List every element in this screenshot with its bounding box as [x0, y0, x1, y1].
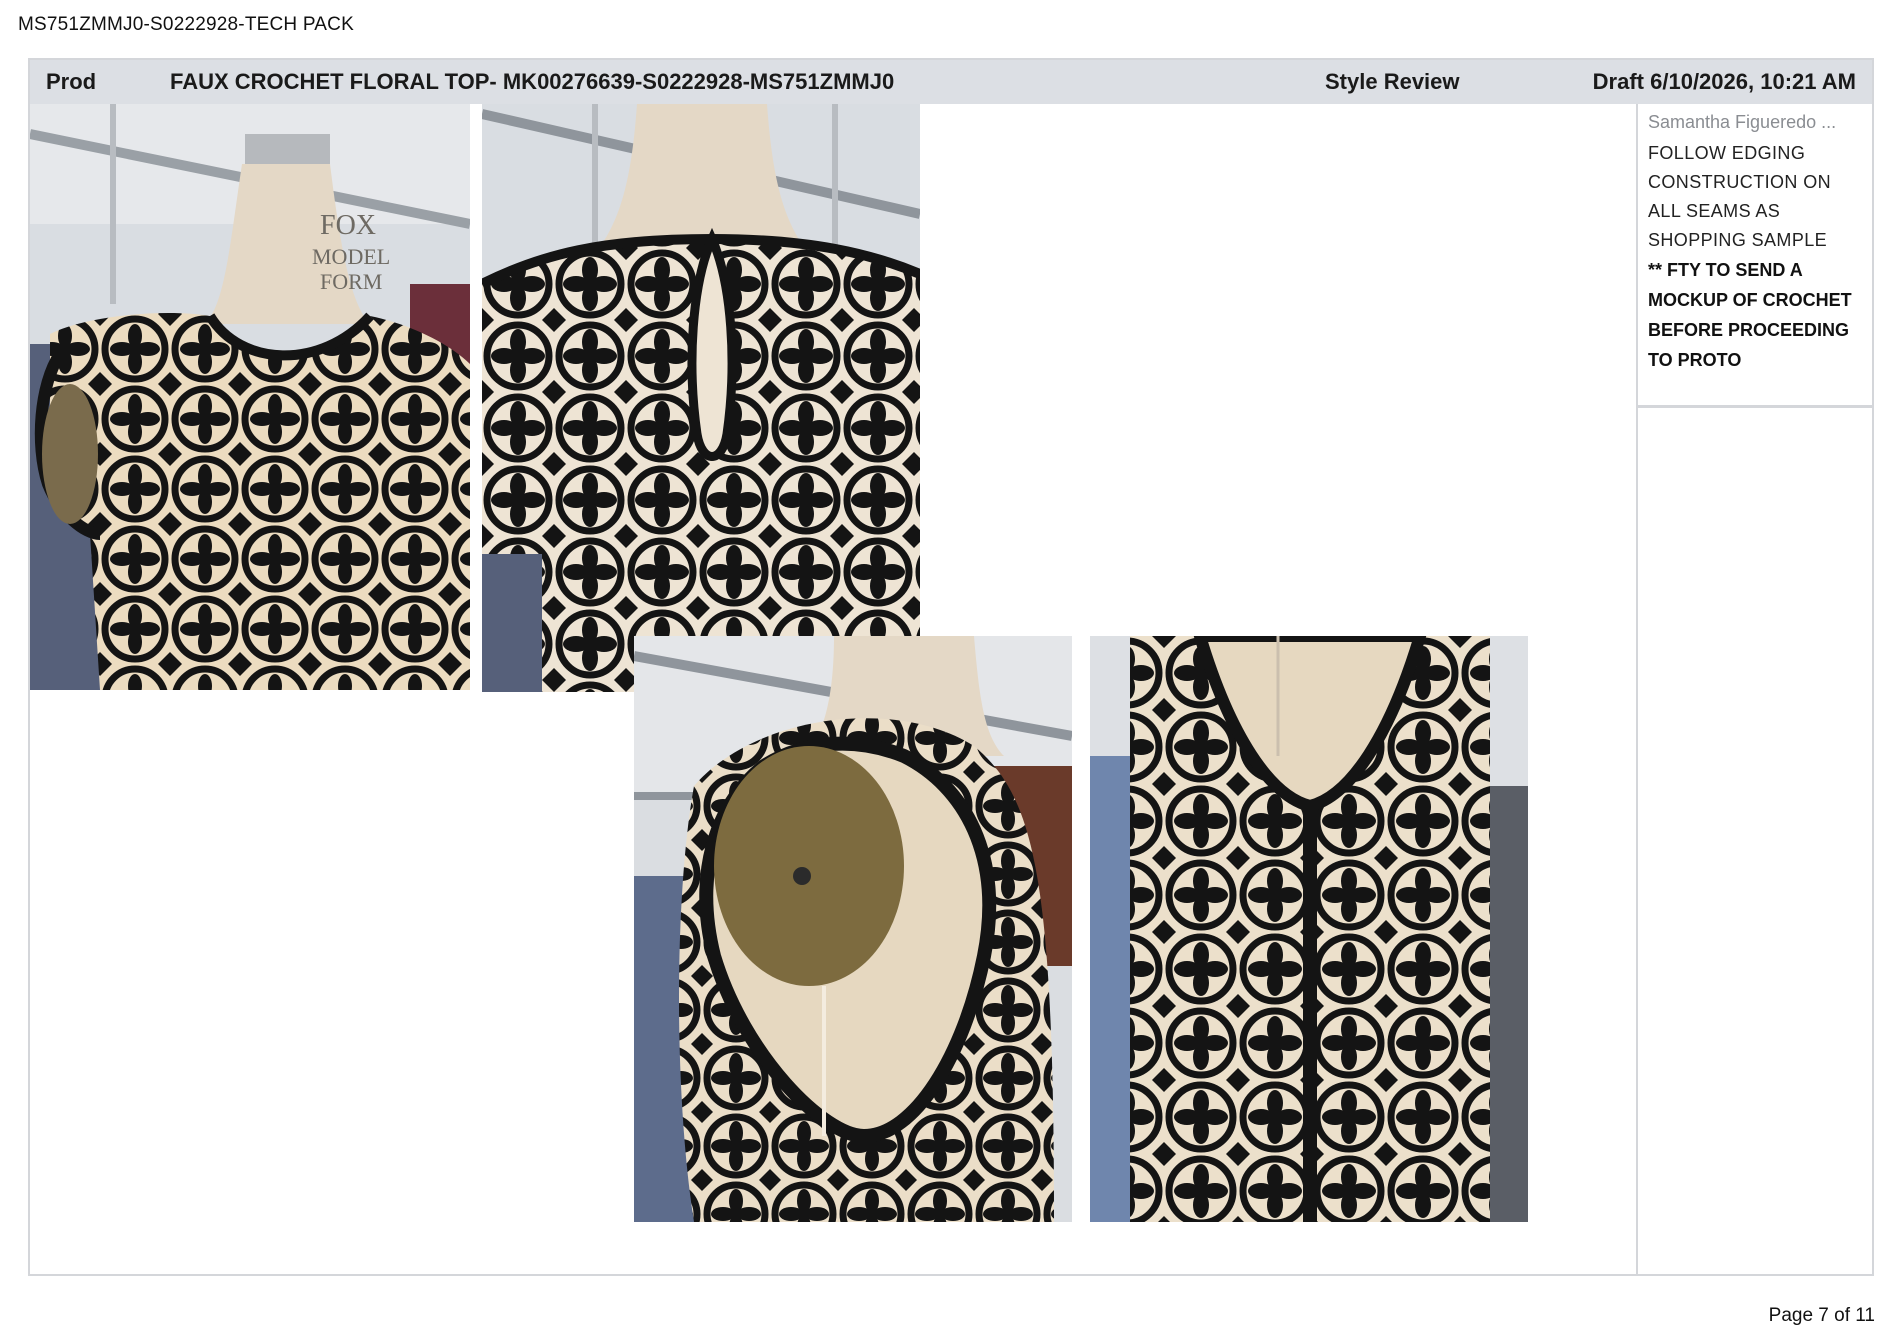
svg-text:MODEL: MODEL [312, 244, 390, 269]
comments-sidebar: Samantha Figueredo ... FOLLOW EDGING CON… [1636, 104, 1872, 1274]
comment-author: Samantha Figueredo ... [1648, 112, 1837, 132]
comment-card[interactable]: Samantha Figueredo ... FOLLOW EDGING CON… [1638, 104, 1872, 408]
title-bar: Prod FAUX CROCHET FLORAL TOP- MK00276639… [30, 60, 1872, 104]
front-neckline-photo: FOX MODEL FORM [30, 104, 470, 690]
style-review-frame: Prod FAUX CROCHET FLORAL TOP- MK00276639… [28, 58, 1874, 1276]
back-keyhole-photo [482, 104, 920, 692]
svg-text:FORM: FORM [320, 269, 382, 294]
side-armhole-photo [634, 636, 1072, 1222]
draft-timestamp: Draft 6/10/2026, 10:21 AM [1592, 69, 1856, 94]
back-seam-photo [1090, 636, 1528, 1222]
document-header: MS751ZMMJ0-S0222928-TECH PACK [18, 14, 354, 35]
mannequin-label-text: FOX [320, 210, 376, 241]
comment-text: FOLLOW EDGING CONSTRUCTION ON ALL SEAMS … [1648, 143, 1831, 250]
comment-bold-text: ** FTY TO SEND A MOCKUP OF CROCHET BEFOR… [1648, 260, 1852, 370]
photo-area: FOX MODEL FORM [30, 104, 1636, 1274]
page-number: Page 7 of 11 [1768, 1305, 1875, 1326]
stage-label: Prod [46, 69, 97, 94]
style-title: FAUX CROCHET FLORAL TOP- MK00276639-S022… [170, 69, 895, 94]
review-label: Style Review [1325, 69, 1460, 94]
